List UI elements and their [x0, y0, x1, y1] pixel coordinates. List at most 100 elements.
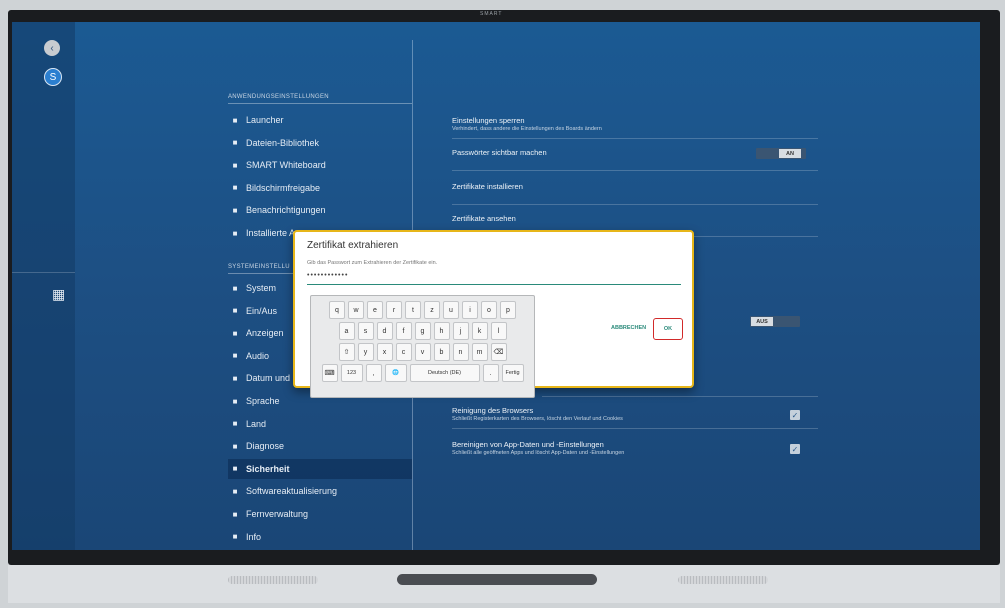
setting-show-passwords[interactable]: Passwörter sichtbar machen AN: [452, 148, 818, 171]
setting-title: Bereinigen von App-Daten und -Einstellun…: [452, 440, 604, 449]
sidebar-item-label: Ein/Aus: [246, 305, 278, 316]
sidebar-item-diagnostics[interactable]: ■ Diagnose: [228, 436, 412, 456]
sidebar-item-monitor[interactable]: ■ Launcher: [228, 110, 412, 130]
cancel-button[interactable]: ABBRECHEN: [611, 325, 646, 331]
sidebar-item-whiteboard[interactable]: ■ SMART Whiteboard: [228, 155, 412, 175]
sidebar-item-label: Benachrichtigungen: [246, 205, 326, 216]
keyboard-key[interactable]: s: [357, 322, 374, 340]
keyboard-key[interactable]: z: [424, 301, 440, 319]
toggle-on-label: AN: [779, 149, 801, 158]
side-rail: ‹ S ▦: [12, 22, 75, 550]
display-pen-tray: [397, 574, 597, 585]
keyboard-key[interactable]: e: [367, 301, 383, 319]
app-data-cleanup-checkbox[interactable]: ✓: [790, 444, 800, 454]
sidebar-item-label: Audio: [246, 350, 270, 361]
setting-subtitle: Schließt alle geöffneten Apps und löscht…: [452, 450, 625, 456]
keyboard-key[interactable]: q: [329, 301, 345, 319]
setting-title: Einstellungen sperren: [452, 116, 525, 125]
rail-divider: [12, 272, 75, 273]
keyboard-key[interactable]: f: [395, 322, 412, 340]
keyboard-key[interactable]: l: [490, 322, 507, 340]
sidebar-item-location[interactable]: ■ Land: [228, 414, 412, 434]
sidebar-item-shield[interactable]: ■ Sicherheit: [228, 458, 412, 479]
sidebar-item-folder[interactable]: ■ Dateien-Bibliothek: [228, 133, 412, 153]
setting-lock-settings[interactable]: Einstellungen sperren Verhindert, dass a…: [452, 116, 818, 139]
section-header-app-settings: ANWENDUNGSEINSTELLUNGEN: [228, 94, 412, 104]
keyboard-key[interactable]: Fertig: [501, 364, 524, 382]
dialog-title: Zertifikat extrahieren: [307, 240, 399, 251]
keyboard-key[interactable]: ,: [365, 364, 382, 382]
keyboard-key[interactable]: 🌐: [384, 364, 407, 382]
keyboard-key[interactable]: ⌫: [490, 343, 507, 361]
notification-icon: ■: [232, 205, 238, 215]
keyboard-key[interactable]: g: [414, 322, 431, 340]
display-icon: ■: [232, 328, 238, 338]
keyboard-key[interactable]: p: [500, 301, 516, 319]
speaker-grille-right: [678, 576, 768, 584]
setting-title: Reinigung des Browsers: [452, 406, 534, 415]
setting-install-certificates[interactable]: Zertifikate installieren: [452, 182, 818, 205]
ok-button[interactable]: OK: [653, 318, 683, 340]
setting-title: Zertifikate ansehen: [452, 214, 516, 223]
setting-app-data-cleanup[interactable]: Bereinigen von App-Daten und -Einstellun…: [452, 440, 818, 462]
keyboard-key[interactable]: 123: [340, 364, 363, 382]
keyboard-key[interactable]: o: [481, 301, 497, 319]
sidebar-item-remote[interactable]: ■ Fernverwaltung: [228, 504, 412, 524]
off-toggle[interactable]: AUS: [750, 316, 800, 327]
keyboard-key[interactable]: i: [462, 301, 478, 319]
keyboard-key[interactable]: Deutsch (DE): [409, 364, 480, 382]
sidebar-item-info[interactable]: ■ Info: [228, 527, 412, 547]
browser-cleanup-checkbox[interactable]: ✓: [790, 410, 800, 420]
audio-icon: ■: [232, 351, 238, 361]
keyboard-key[interactable]: b: [433, 343, 450, 361]
keyboard-key[interactable]: h: [433, 322, 450, 340]
monitor-icon: ■: [232, 115, 238, 125]
back-icon[interactable]: ‹: [44, 40, 60, 56]
folder-icon: ■: [232, 138, 238, 148]
keyboard-key[interactable]: a: [338, 322, 355, 340]
keyboard-key[interactable]: m: [471, 343, 488, 361]
keyboard-key[interactable]: .: [482, 364, 499, 382]
keyboard-key[interactable]: ⇧: [338, 343, 355, 361]
keyboard-key[interactable]: y: [357, 343, 374, 361]
whiteboard-icon: ■: [232, 160, 238, 170]
sidebar-item-screen-share[interactable]: ■ Bildschirmfreigabe: [228, 178, 412, 198]
keyboard-key[interactable]: ⌨: [321, 364, 338, 382]
show-passwords-toggle[interactable]: AN: [756, 148, 806, 159]
keyboard-key[interactable]: k: [471, 322, 488, 340]
keyboard-key[interactable]: u: [443, 301, 459, 319]
keyboard-key[interactable]: n: [452, 343, 469, 361]
sidebar-item-label: Fernverwaltung: [246, 509, 309, 519]
diagnostics-icon: ■: [232, 441, 238, 451]
sidebar-item-label: Dateien-Bibliothek: [246, 137, 320, 148]
keyboard-key[interactable]: v: [414, 343, 431, 361]
clock-icon: ■: [232, 373, 238, 383]
sidebar-item-label: Sicherheit: [246, 463, 290, 474]
sidebar-item-label: Softwareaktualisierung: [246, 486, 338, 497]
sidebar-item-update[interactable]: ■ Softwareaktualisierung: [228, 481, 412, 501]
onscreen-keyboard: qwertzuiop asdfghjkl ⇧ y x c v b n m ⌫ ⌨ 123, 🌐 Deu…: [310, 295, 535, 398]
sidebar-item-label: Diagnose: [246, 441, 285, 452]
sidebar-item-label: Land: [246, 418, 267, 429]
setting-title: Zertifikate installieren: [452, 182, 523, 191]
toggle-off-label: AUS: [751, 317, 773, 326]
keyboard-key[interactable]: d: [376, 322, 393, 340]
keyboard-key[interactable]: x: [376, 343, 393, 361]
keyboard-key[interactable]: w: [348, 301, 364, 319]
sidebar-item-label: System: [246, 283, 277, 293]
smart-logo-icon[interactable]: S: [44, 68, 62, 86]
keyboard-key[interactable]: r: [386, 301, 402, 319]
sidebar-item-label: Launcher: [246, 115, 284, 125]
keyboard-key[interactable]: j: [452, 322, 469, 340]
password-input[interactable]: ••••••••••••: [307, 272, 681, 285]
keyboard-key[interactable]: t: [405, 301, 421, 319]
setting-browser-cleanup[interactable]: Reinigung des Browsers Schließt Register…: [452, 406, 818, 429]
sidebar-item-label: SMART Whiteboard: [246, 160, 326, 171]
monitor-icon: ■: [232, 283, 238, 293]
sidebar-item-notification[interactable]: ■ Benachrichtigungen: [228, 200, 412, 220]
apps-icon[interactable]: ▦: [52, 286, 65, 303]
power-icon: ■: [232, 306, 238, 316]
sidebar-item-label: Anzeigen: [246, 328, 284, 339]
shield-icon: ■: [232, 464, 238, 474]
keyboard-key[interactable]: c: [395, 343, 412, 361]
